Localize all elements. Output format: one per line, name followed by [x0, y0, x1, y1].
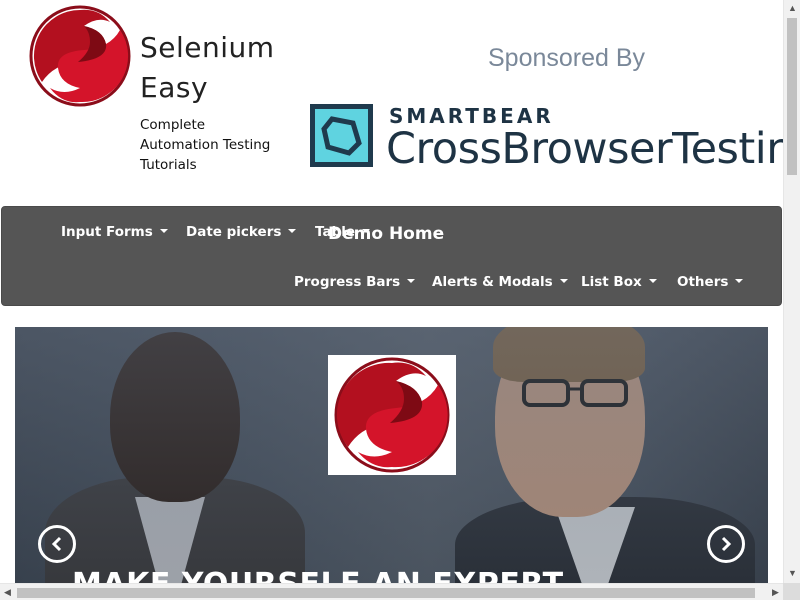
scroll-down-arrow-icon[interactable]: ▼: [784, 565, 800, 582]
scroll-up-arrow-icon[interactable]: ▲: [784, 0, 800, 17]
caret-down-icon: [559, 279, 568, 283]
nav-label: Input Forms: [61, 224, 153, 240]
hero-carousel: MAKE YOURSELF AN EXPERT: [15, 327, 768, 583]
nav-label: Alerts & Modals: [432, 274, 553, 290]
selenium-easy-logo[interactable]: [28, 4, 132, 113]
nav-input-forms[interactable]: Input Forms: [61, 224, 168, 240]
tagline-line2: Automation Testing: [140, 137, 271, 153]
caret-down-icon: [735, 279, 744, 283]
carousel-next-button[interactable]: [707, 525, 745, 563]
hero-caption: MAKE YOURSELF AN EXPERT: [72, 567, 564, 583]
nav-label: Progress Bars: [294, 274, 401, 290]
nav-label: Date pickers: [186, 224, 282, 240]
nav-label: Others: [677, 274, 729, 290]
tagline-line3: Tutorials: [140, 157, 197, 173]
sponsored-by-label: Sponsored By: [488, 44, 646, 72]
tagline-line1: Complete: [140, 117, 206, 133]
brand-name-line2: Easy: [140, 71, 209, 104]
brand-name-line1: Selenium: [140, 31, 275, 64]
caret-down-icon: [288, 229, 297, 233]
horizontal-scroll-thumb[interactable]: [17, 588, 755, 598]
main-navbar: Input Forms Date pickers Table Demo Home…: [1, 206, 782, 306]
vertical-scroll-thumb[interactable]: [787, 18, 797, 175]
nav-list-box[interactable]: List Box: [581, 274, 657, 290]
smartbear-icon[interactable]: [310, 104, 373, 167]
hero-selenium-logo: [328, 355, 456, 475]
brand-tagline: Complete Automation Testing Tutorials: [140, 115, 270, 175]
vertical-scrollbar[interactable]: ▲ ▼: [783, 0, 800, 600]
scroll-right-arrow-icon[interactable]: ▶: [768, 584, 783, 600]
scroll-left-arrow-icon[interactable]: ◀: [0, 584, 15, 600]
nav-demo-home[interactable]: Demo Home: [328, 224, 444, 244]
caret-down-icon: [648, 279, 657, 283]
caret-down-icon: [159, 229, 168, 233]
chevron-left-icon: [51, 536, 62, 552]
nav-label: List Box: [581, 274, 642, 290]
horizontal-scrollbar[interactable]: ◀ ▶: [0, 583, 783, 600]
chevron-right-icon: [721, 536, 732, 552]
caret-down-icon: [407, 279, 416, 283]
nav-others[interactable]: Others: [677, 274, 744, 290]
carousel-prev-button[interactable]: [38, 525, 76, 563]
scrollbar-corner: [783, 583, 800, 600]
crossbrowsertesting-label[interactable]: CrossBrowserTestin: [386, 124, 794, 174]
nav-alerts-modals[interactable]: Alerts & Modals: [432, 274, 568, 290]
brand-name: Selenium Easy: [140, 28, 275, 108]
nav-progress-bars[interactable]: Progress Bars: [294, 274, 416, 290]
nav-date-pickers[interactable]: Date pickers: [186, 224, 297, 240]
